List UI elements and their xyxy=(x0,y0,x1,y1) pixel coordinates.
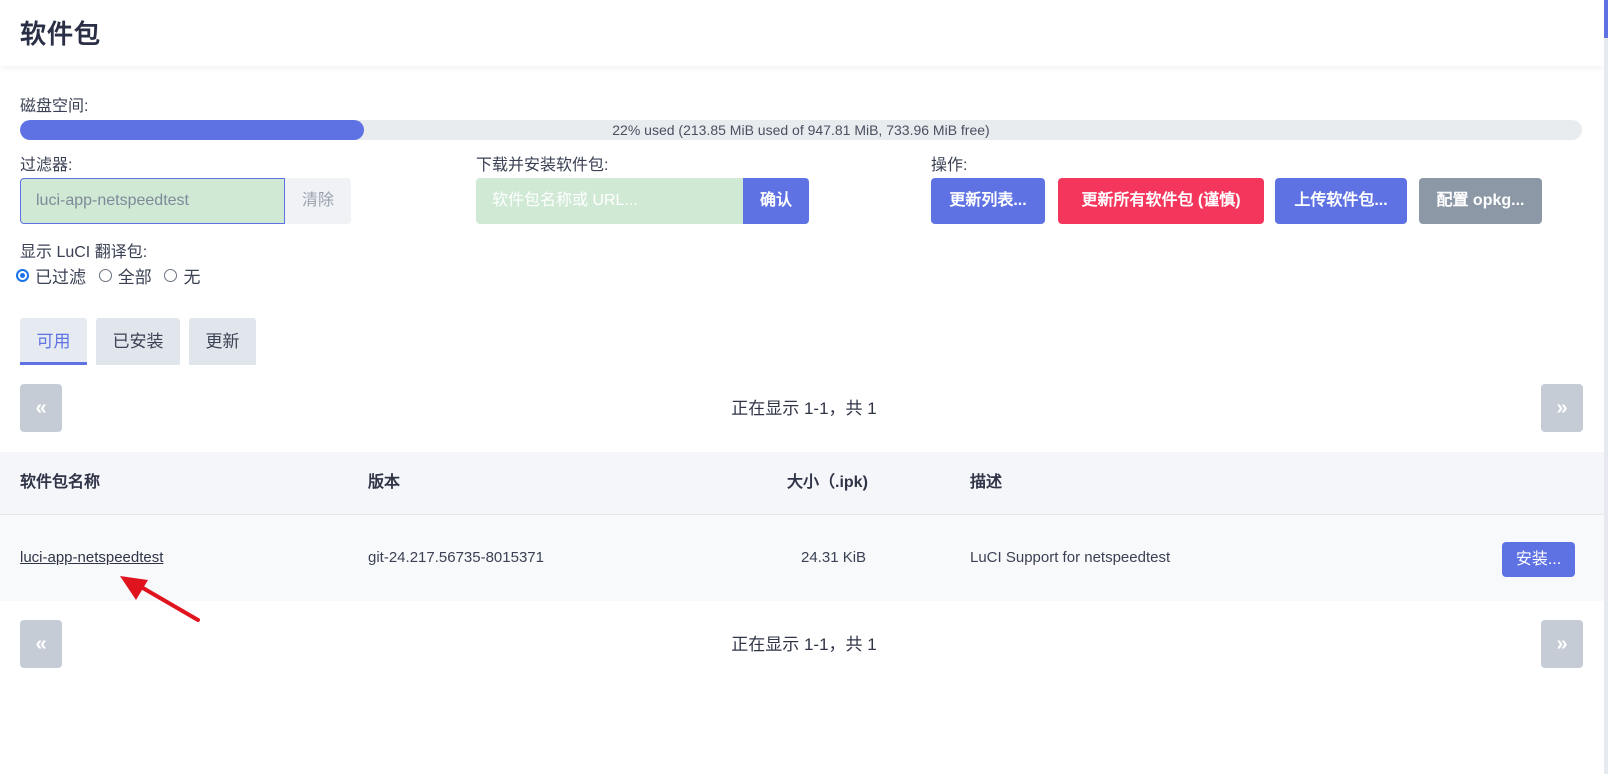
pager-next-button[interactable]: » xyxy=(1541,384,1583,432)
translations-radio-group: 已过滤 全部 无 xyxy=(16,263,208,287)
radio-button[interactable] xyxy=(98,269,112,282)
radio-button[interactable] xyxy=(16,269,29,282)
radio-label: 全部 xyxy=(117,268,152,287)
tab-available[interactable]: 可用 xyxy=(20,318,87,365)
install-button[interactable]: 安装... xyxy=(1502,542,1575,577)
disk-space-label: 磁盘空间: xyxy=(20,98,89,115)
radio-option-filtered[interactable]: 已过滤 xyxy=(16,263,86,288)
page-title: 软件包 xyxy=(20,19,102,49)
column-version: 版本 xyxy=(368,474,401,491)
actions-label: 操作: xyxy=(931,157,968,174)
radio-button[interactable] xyxy=(164,269,178,282)
package-description: LuCI Support for netspeedtest xyxy=(970,549,1171,566)
disk-usage-bar: 22% used (213.85 MiB used of 947.81 MiB,… xyxy=(20,120,1582,140)
filter-clear-button[interactable]: 清除 xyxy=(285,178,351,224)
tab-updates[interactable]: 更新 xyxy=(189,318,256,365)
filter-label: 过滤器: xyxy=(20,157,73,174)
download-label: 下载并安装软件包: xyxy=(476,157,609,174)
package-url-input[interactable]: 软件包名称或 URL... xyxy=(476,178,743,224)
radio-label: 无 xyxy=(183,268,201,287)
upload-package-button[interactable]: 上传软件包... xyxy=(1275,178,1407,224)
package-version: git-24.217.56735-8015371 xyxy=(368,549,544,566)
pager-next-button-bottom[interactable]: » xyxy=(1541,620,1583,668)
table-header: 软件包名称 版本 大小（.ipk) 描述 xyxy=(0,452,1604,515)
update-lists-button[interactable]: 更新列表... xyxy=(931,178,1045,224)
confirm-button[interactable]: 确认 xyxy=(743,178,809,224)
radio-option-all[interactable]: 全部 xyxy=(98,263,152,288)
tab-installed[interactable]: 已安装 xyxy=(96,318,180,365)
page-header: 软件包 xyxy=(0,0,1604,66)
radio-option-none[interactable]: 无 xyxy=(164,263,200,288)
filter-input[interactable]: luci-app-netspeedtest xyxy=(20,178,285,224)
disk-usage-text: 22% used (213.85 MiB used of 947.81 MiB,… xyxy=(612,122,990,138)
column-size: 大小（.ipk) xyxy=(787,474,868,491)
radio-label: 已过滤 xyxy=(35,268,86,287)
upgrade-all-button[interactable]: 更新所有软件包 (谨慎) xyxy=(1058,178,1264,224)
scrollbar-thumb[interactable] xyxy=(1604,0,1608,38)
column-description: 描述 xyxy=(970,474,1003,491)
pager-status-bottom: 正在显示 1-1，共 1 xyxy=(731,635,877,654)
package-size: 24.31 KiB xyxy=(801,549,867,566)
translations-label: 显示 LuCI 翻译包: xyxy=(20,244,148,261)
scrollbar-track[interactable] xyxy=(1604,0,1608,774)
table-row: luci-app-netspeedtest git-24.217.56735-8… xyxy=(0,515,1604,601)
configure-opkg-button[interactable]: 配置 opkg... xyxy=(1419,178,1542,224)
pager-status: 正在显示 1-1，共 1 xyxy=(731,399,877,418)
annotation-arrow-icon xyxy=(120,576,200,622)
column-name: 软件包名称 xyxy=(20,474,101,491)
